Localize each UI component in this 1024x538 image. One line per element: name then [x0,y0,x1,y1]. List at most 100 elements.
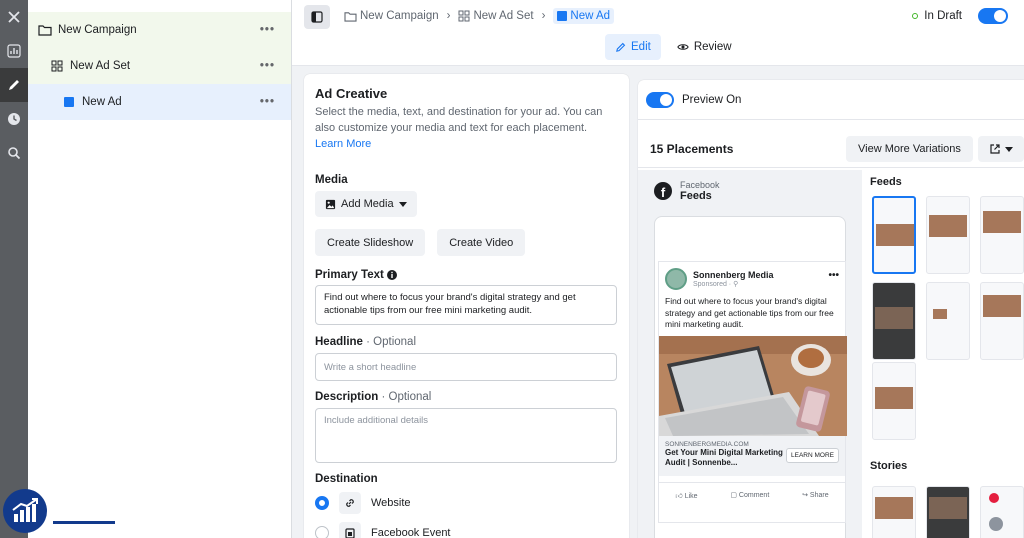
description-field[interactable]: Include additional details [315,408,617,463]
breadcrumb-campaign[interactable]: New Campaign [344,10,439,22]
placements-count: 15 Placements [650,141,734,156]
ad-active-toggle[interactable] [978,8,1008,24]
ad-creative-panel: Ad Creative Select the media, text, and … [304,74,629,538]
ad-preview-panel: Preview On 15 Placements View More Varia… [638,80,1024,538]
primary-text-field[interactable]: Find out where to focus your brand's dig… [315,285,617,325]
tree-item-campaign[interactable]: New Campaign ••• [28,12,291,48]
top-bar: New Campaign › New Ad Set › New Ad In Dr… [292,0,1024,66]
draft-status: In Draft [912,8,1008,24]
section-description: Select the media, text, and destination … [315,106,603,150]
story-thumbnail[interactable] [872,486,916,538]
page-name: Sonnenberg Media [693,270,774,280]
phone-mockup: Sonnenberg Media Sponsored · ⚲ ••• Find … [654,216,847,538]
placement-thumbnail[interactable] [872,196,916,274]
alert-icon [989,493,999,503]
brand-logo [3,489,47,533]
tree-item-ad[interactable]: New Ad ••• [28,84,291,120]
logo-underline [53,521,115,524]
folder-icon [38,23,52,37]
tab-edit[interactable]: Edit [605,34,661,60]
headline-field[interactable]: Write a short headline [315,353,617,381]
search-icon[interactable] [0,136,28,170]
placement-thumbnails: Feeds Stories [870,176,1024,538]
placement-thumbnail[interactable] [926,282,970,360]
link-icon [339,492,361,514]
breadcrumb-ad[interactable]: New Ad [553,8,615,24]
placement-thumbnail[interactable] [872,362,916,440]
radio-facebook-event[interactable] [315,526,329,538]
post-url: SONNENBERGMEDIA.COM [665,440,749,448]
post-headline: Get Your Mini Digital Marketing Audit | … [665,447,783,467]
preview-toggle-row: Preview On [638,80,1024,120]
breadcrumb-adset[interactable]: New Ad Set [458,10,534,22]
add-media-button[interactable]: Add Media [315,191,417,217]
left-rail [0,0,28,538]
share-icon: ↪ [802,491,808,499]
tree-item-label: New Campaign [58,24,137,36]
post-link-footer: SONNENBERGMEDIA.COM Get Your Mini Digita… [659,435,845,476]
pencil-icon [616,42,626,52]
caret-down-icon [1005,146,1013,152]
post-actions: 👍︎ Like ▢ Comment ↪ Share [659,481,845,500]
image-icon [325,199,336,209]
info-icon [386,270,397,280]
pencil-icon[interactable] [0,68,28,102]
more-options-icon[interactable]: ••• [260,24,275,36]
caret-down-icon [398,201,407,207]
view-more-variations-button[interactable]: View More Variations [846,136,973,162]
comment-icon: ▢ [730,491,737,499]
grid-icon [50,59,64,73]
placement-thumbnail[interactable] [980,282,1024,360]
share-action: ↪ Share [802,491,829,499]
media-label: Media [315,174,348,186]
messenger-icon [989,517,1003,531]
avatar [665,268,687,290]
tab-review[interactable]: Review [667,34,742,60]
destination-event-option[interactable]: Facebook Event [315,519,618,538]
more-options-icon[interactable]: ••• [260,96,275,108]
placement-thumbnail[interactable] [980,196,1024,274]
sidebar-icon [311,11,323,23]
status-label: In Draft [924,10,962,22]
feeds-label: Feeds [870,176,902,188]
create-video-button[interactable]: Create Video [437,229,526,256]
story-thumbnail[interactable] [926,486,970,538]
post-image [659,335,847,436]
breadcrumb-separator: › [541,10,546,22]
campaign-tree: New Campaign ••• New Ad Set ••• New Ad •… [28,0,292,538]
facebook-icon: f [654,182,672,200]
story-thumbnail[interactable] [980,486,1024,538]
folder-icon [344,11,357,22]
placement-thumbnail[interactable] [872,282,916,360]
ad-post-preview: Sonnenberg Media Sponsored · ⚲ ••• Find … [658,261,847,523]
preview-toggle-label: Preview On [682,93,742,106]
placement-thumbnail[interactable] [926,196,970,274]
mode-tabs: Edit Review [605,34,742,60]
learn-more-cta: LEARN MORE [786,447,839,463]
tree-item-label: New Ad [82,96,122,108]
eye-icon [677,44,689,50]
status-dot-icon [912,13,919,19]
close-icon[interactable] [0,0,28,34]
open-preview-button[interactable] [978,136,1024,162]
post-more-icon: ••• [828,270,839,281]
destination-label: Destination [315,473,378,485]
chart-icon[interactable] [0,34,28,68]
ad-icon [557,11,568,21]
ad-icon [62,95,76,109]
feed-preview-column: f Facebook Feeds Sonnenberg Media Sponso… [638,170,862,538]
comment-action: ▢ Comment [730,491,770,499]
learn-more-link[interactable]: Learn More [315,138,371,150]
tree-item-adset[interactable]: New Ad Set ••• [28,48,291,84]
more-options-icon[interactable]: ••• [260,60,275,72]
radio-website[interactable] [315,496,329,510]
panel-toggle-button[interactable] [304,5,330,29]
description-label: Description · Optional [315,391,432,403]
create-slideshow-button[interactable]: Create Slideshow [315,229,426,256]
clock-icon[interactable] [0,102,28,136]
destination-website-option[interactable]: Website [315,489,618,517]
headline-label: Headline · Optional [315,336,416,348]
preview-toggle[interactable] [646,91,674,108]
grid-icon [458,10,470,22]
sponsored-label: Sponsored · ⚲ [693,281,739,288]
